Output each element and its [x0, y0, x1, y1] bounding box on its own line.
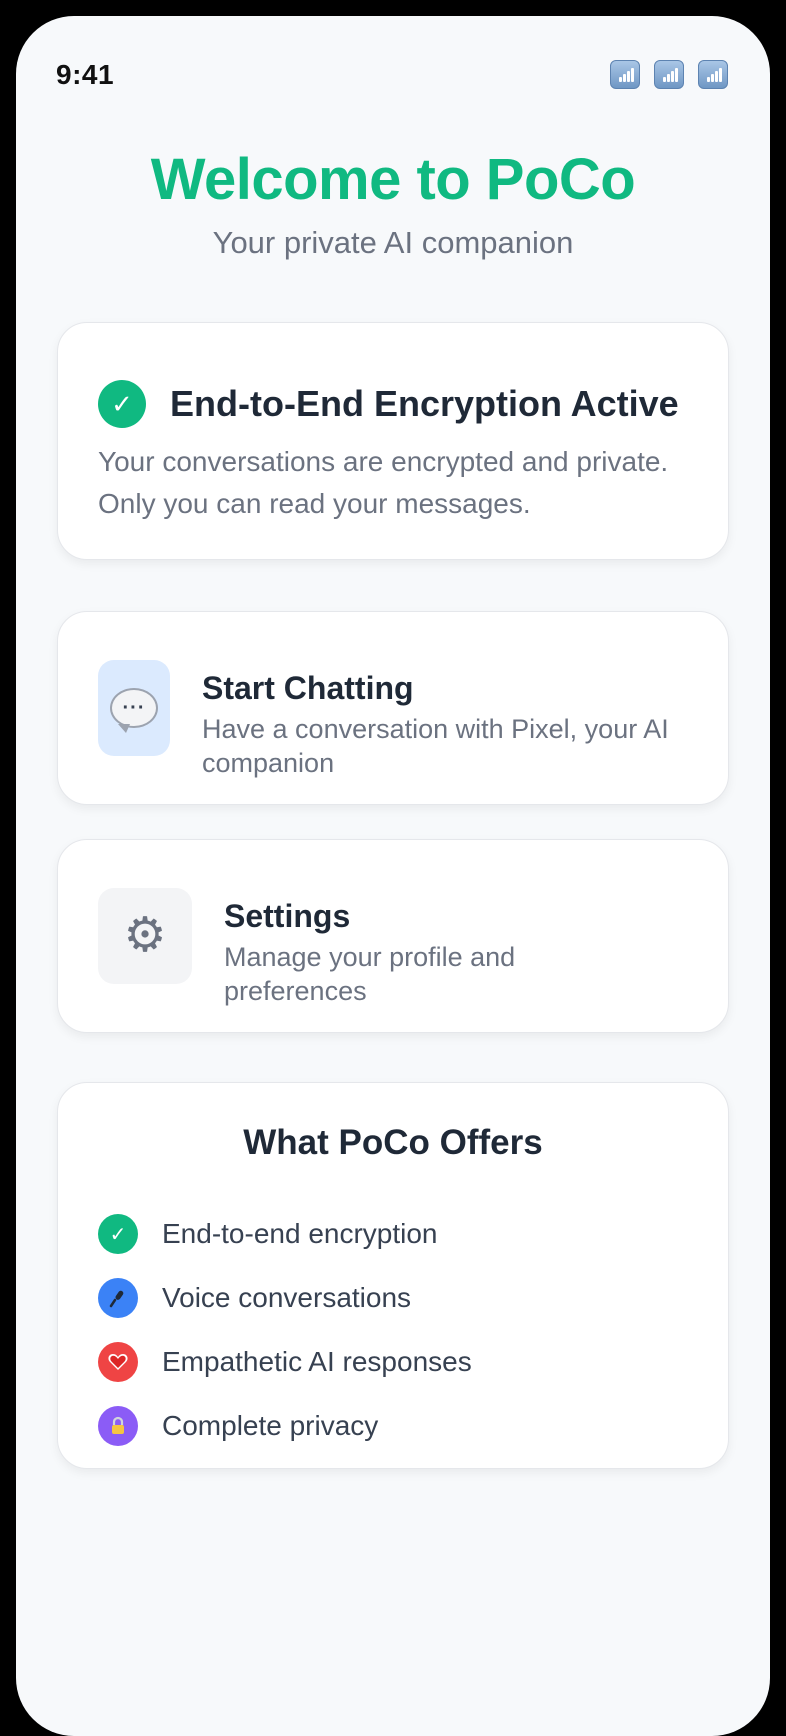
- chat-icon-tile: ···: [98, 660, 170, 756]
- status-time: 9:41: [56, 59, 115, 90]
- lock-icon: [98, 1406, 138, 1446]
- encryption-status-card: ✓ End-to-End Encryption Active Your conv…: [57, 322, 729, 560]
- offer-item: Complete privacy: [98, 1406, 378, 1446]
- phone-screen: 9:41 Welcome to PoCo Your private AI com…: [16, 16, 770, 1736]
- offer-item: Empathetic AI responses: [98, 1342, 472, 1382]
- offer-item: ✓ End-to-end encryption: [98, 1214, 438, 1254]
- offer-label: Empathetic AI responses: [162, 1346, 472, 1377]
- page-subtitle: Your private AI companion: [212, 225, 574, 260]
- signal-icon: [698, 60, 728, 89]
- offer-label: Voice conversations: [162, 1282, 412, 1313]
- signal-icon: [654, 60, 684, 89]
- heart-icon: [98, 1342, 138, 1382]
- settings-title: Settings: [224, 898, 351, 934]
- speech-bubble-icon: ···: [110, 688, 158, 733]
- offer-label: Complete privacy: [162, 1410, 379, 1441]
- encryption-title: End-to-End Encryption Active: [170, 383, 679, 424]
- status-icons: [610, 60, 728, 89]
- settings-card[interactable]: ⚙ Settings Manage your profile and prefe…: [57, 839, 729, 1033]
- microphone-icon: [98, 1278, 138, 1318]
- offers-card: What PoCo Offers ✓ End-to-end encryption…: [57, 1082, 729, 1469]
- signal-icon: [610, 60, 640, 89]
- offers-title: What PoCo Offers: [243, 1123, 543, 1162]
- settings-description: Manage your profile and preferences: [224, 942, 516, 1006]
- offer-item: Voice conversations: [98, 1278, 411, 1318]
- start-chatting-card[interactable]: ··· Start Chatting Have a conversation w…: [57, 611, 729, 805]
- start-chatting-description: Have a conversation with Pixel, your AI …: [202, 714, 669, 778]
- check-icon: ✓: [98, 1214, 138, 1254]
- settings-icon-tile: ⚙: [98, 888, 192, 984]
- encryption-description: Your conversations are encrypted and pri…: [98, 446, 669, 519]
- page-title: Welcome to PoCo: [150, 147, 636, 212]
- check-icon: ✓: [98, 380, 146, 428]
- start-chatting-title: Start Chatting: [202, 670, 414, 706]
- offer-label: End-to-end encryption: [162, 1218, 438, 1249]
- status-bar: 9:41: [16, 16, 770, 106]
- gear-icon: ⚙: [123, 909, 167, 962]
